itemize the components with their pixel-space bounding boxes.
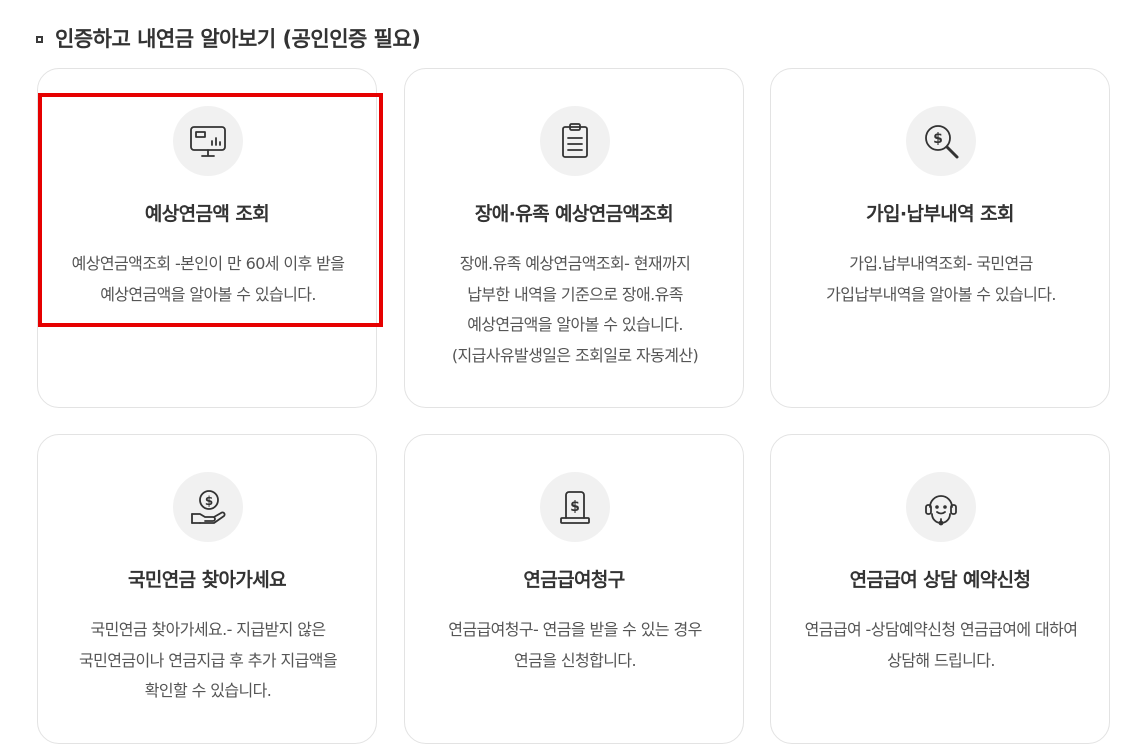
icon-circle: $ (173, 472, 243, 542)
icon-circle: $ (540, 472, 610, 542)
clipboard-icon (562, 123, 588, 158)
icon-circle (540, 106, 610, 176)
card-title: 예상연금액 조회 (144, 203, 270, 225)
card-find-pension[interactable]: $ 국민연금 찾아가세요 국민연금 찾아가세요.- 지급받지 않은 국민연금이나… (37, 434, 377, 744)
card-title: 국민연금 찾아가세요 (128, 569, 287, 591)
dollar-search-icon: $ (925, 125, 959, 159)
card-expected-pension[interactable]: 예상연금액 조회 예상연금액조회 -본인이 만 60세 이후 받을 예상연금액을… (37, 68, 377, 408)
card-description: 예상연금액조회 -본인이 만 60세 이후 받을 예상연금액을 알아볼 수 있습… (71, 254, 345, 304)
card-consultation-reservation[interactable]: 연금급여 상담 예약신청 연금급여 -상담예약신청 연금급여에 대하여 상담해 … (770, 434, 1110, 744)
card-subscription-payment-history[interactable]: $ 가입·납부내역 조회 가입.납부내역조회- 국민연금 가입납부내역을 알아볼… (770, 68, 1110, 408)
card-pension-benefit-claim[interactable]: $ 연금급여청구 연금급여청구- 연금을 받을 수 있는 경우 연금을 신청합니… (404, 434, 744, 744)
card-title: 장애·유족 예상연금액조회 (474, 203, 674, 225)
card-description: 연금급여청구- 연금을 받을 수 있는 경우 연금을 신청합니다. (448, 620, 702, 670)
card-title: 연금급여 상담 예약신청 (849, 569, 1031, 591)
section-title: 인증하고 내연금 알아보기 (공인인증 필요) (36, 22, 421, 54)
card-description: 가입.납부내역조회- 국민연금 가입납부내역을 알아볼 수 있습니다. (826, 254, 1056, 304)
card-description: 연금급여 -상담예약신청 연금급여에 대하여 상담해 드립니다. (804, 620, 1078, 670)
icon-circle: $ (906, 106, 976, 176)
icon-circle (906, 472, 976, 542)
dollar-document-icon: $ (560, 491, 590, 524)
card-title: 연금급여청구 (523, 569, 625, 591)
icon-circle (173, 106, 243, 176)
monitor-chart-icon (190, 126, 226, 157)
card-disability-survivor-pension[interactable]: 장애·유족 예상연금액조회 장애.유족 예상연금액조회- 현재까지 납부한 내역… (404, 68, 744, 408)
svg-text:$: $ (933, 131, 943, 147)
section-title-text: 인증하고 내연금 알아보기 (공인인증 필요) (55, 27, 421, 51)
card-description: 장애.유족 예상연금액조회- 현재까지 납부한 내역을 기준으로 장애.유족 예… (451, 254, 699, 365)
headset-icon (925, 495, 957, 526)
svg-text:$: $ (570, 499, 580, 515)
square-bullet-icon (36, 35, 43, 43)
card-description: 국민연금 찾아가세요.- 지급받지 않은 국민연금이나 연금지급 후 추가 지급… (79, 620, 338, 700)
coin-hand-icon: $ (191, 490, 226, 524)
card-title: 가입·납부내역 조회 (866, 203, 1014, 225)
svg-text:$: $ (205, 494, 213, 508)
